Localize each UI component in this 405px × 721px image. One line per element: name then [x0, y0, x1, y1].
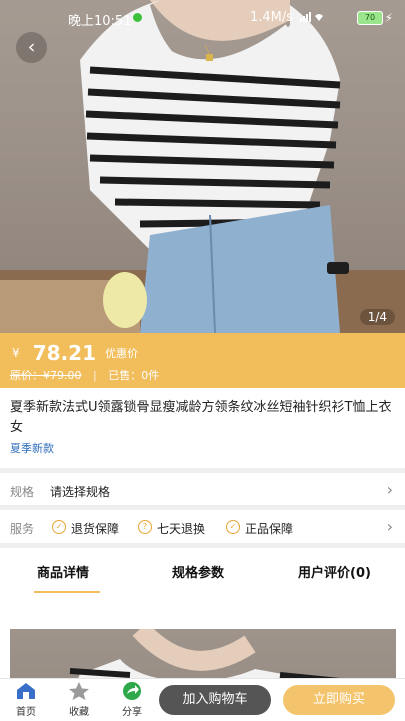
bottom-action-bar: 首页 收藏 分享 加入购物车 立即购买 — [0, 678, 405, 721]
status-bar: 晚上10:51 1.4M/s 70 ⚡ — [0, 0, 405, 36]
share-icon — [123, 682, 141, 700]
nav-favorite[interactable]: 收藏 — [59, 681, 99, 718]
service-seven-day: ? 七天退换 — [138, 520, 205, 537]
back-button[interactable]: ‹ — [16, 32, 47, 63]
buy-now-button[interactable]: 立即购买 — [283, 685, 395, 715]
nav-home-label: 首页 — [16, 707, 36, 718]
spec-label: 规格 — [10, 485, 35, 499]
signal-wifi-icon — [300, 12, 323, 22]
product-photo — [0, 0, 405, 333]
service-return: ✓ 退货保障 — [52, 520, 119, 537]
nav-share[interactable]: 分享 — [112, 681, 152, 718]
chevron-right-icon: › — [386, 480, 393, 499]
nav-home[interactable]: 首页 — [6, 681, 46, 718]
home-icon — [17, 683, 35, 699]
tab-specs[interactable]: 规格参数 — [172, 562, 224, 581]
service-row[interactable]: 服务 ✓ 退货保障 ? 七天退换 ✓ 正品保障 › — [0, 510, 405, 543]
service-label: 服务 — [10, 522, 35, 536]
divider: | — [93, 369, 97, 382]
original-price: 原价：¥79.00 — [10, 369, 82, 382]
star-icon — [69, 682, 89, 700]
seven-day-icon: ? — [138, 520, 152, 534]
currency-symbol: ¥ — [12, 346, 20, 360]
shield-icon: ✓ — [52, 520, 66, 534]
product-title: 夏季新款法式U领露锁骨显瘦减龄方领条纹冰丝短袖针织衫T恤上衣女 — [10, 400, 392, 435]
network-speed: 1.4M/s — [249, 10, 293, 25]
tab-reviews[interactable]: 用户评价(0) — [298, 562, 371, 581]
price-bar: ¥ 78.21 优惠价 原价：¥79.00 | 已售：0件 — [0, 333, 405, 388]
spec-row[interactable]: 规格 请选择规格 › — [0, 473, 405, 505]
detail-tabs: 商品详情 规格参数 用户评价(0) — [0, 548, 405, 596]
active-tab-indicator — [34, 591, 100, 593]
nav-favorite-label: 收藏 — [69, 707, 89, 718]
genuine-badge-icon: ✓ — [226, 520, 240, 534]
product-image-gallery[interactable]: 晚上10:51 1.4M/s 70 ⚡ ‹ 1/4 — [0, 0, 405, 333]
chevron-left-icon: ‹ — [27, 36, 36, 58]
status-time: 晚上10:51 — [68, 14, 132, 29]
product-tag[interactable]: 夏季新款 — [10, 440, 54, 456]
divider — [0, 505, 405, 506]
notification-dot-icon — [133, 13, 142, 22]
add-to-cart-button[interactable]: 加入购物车 — [159, 685, 271, 715]
discount-price: 78.21 — [32, 341, 96, 365]
tab-details[interactable]: 商品详情 — [37, 562, 89, 581]
chevron-right-icon: › — [386, 517, 393, 536]
image-counter: 1/4 — [359, 309, 395, 325]
original-price-row: 原价：¥79.00 | 已售：0件 — [10, 367, 159, 383]
service-genuine: ✓ 正品保障 — [226, 520, 293, 537]
price-row: ¥ 78.21 优惠价 — [12, 341, 138, 365]
battery-icon: 70 — [357, 11, 383, 25]
price-label: 优惠价 — [105, 347, 139, 360]
product-info: 夏季新款法式U领露锁骨显瘦减龄方领条纹冰丝短袖针织衫T恤上衣女 夏季新款 — [0, 388, 405, 468]
sold-count: 已售：0件 — [108, 369, 160, 382]
nav-share-label: 分享 — [122, 707, 142, 718]
charging-icon: ⚡ — [384, 11, 393, 25]
spec-value: 请选择规格 — [50, 485, 111, 499]
